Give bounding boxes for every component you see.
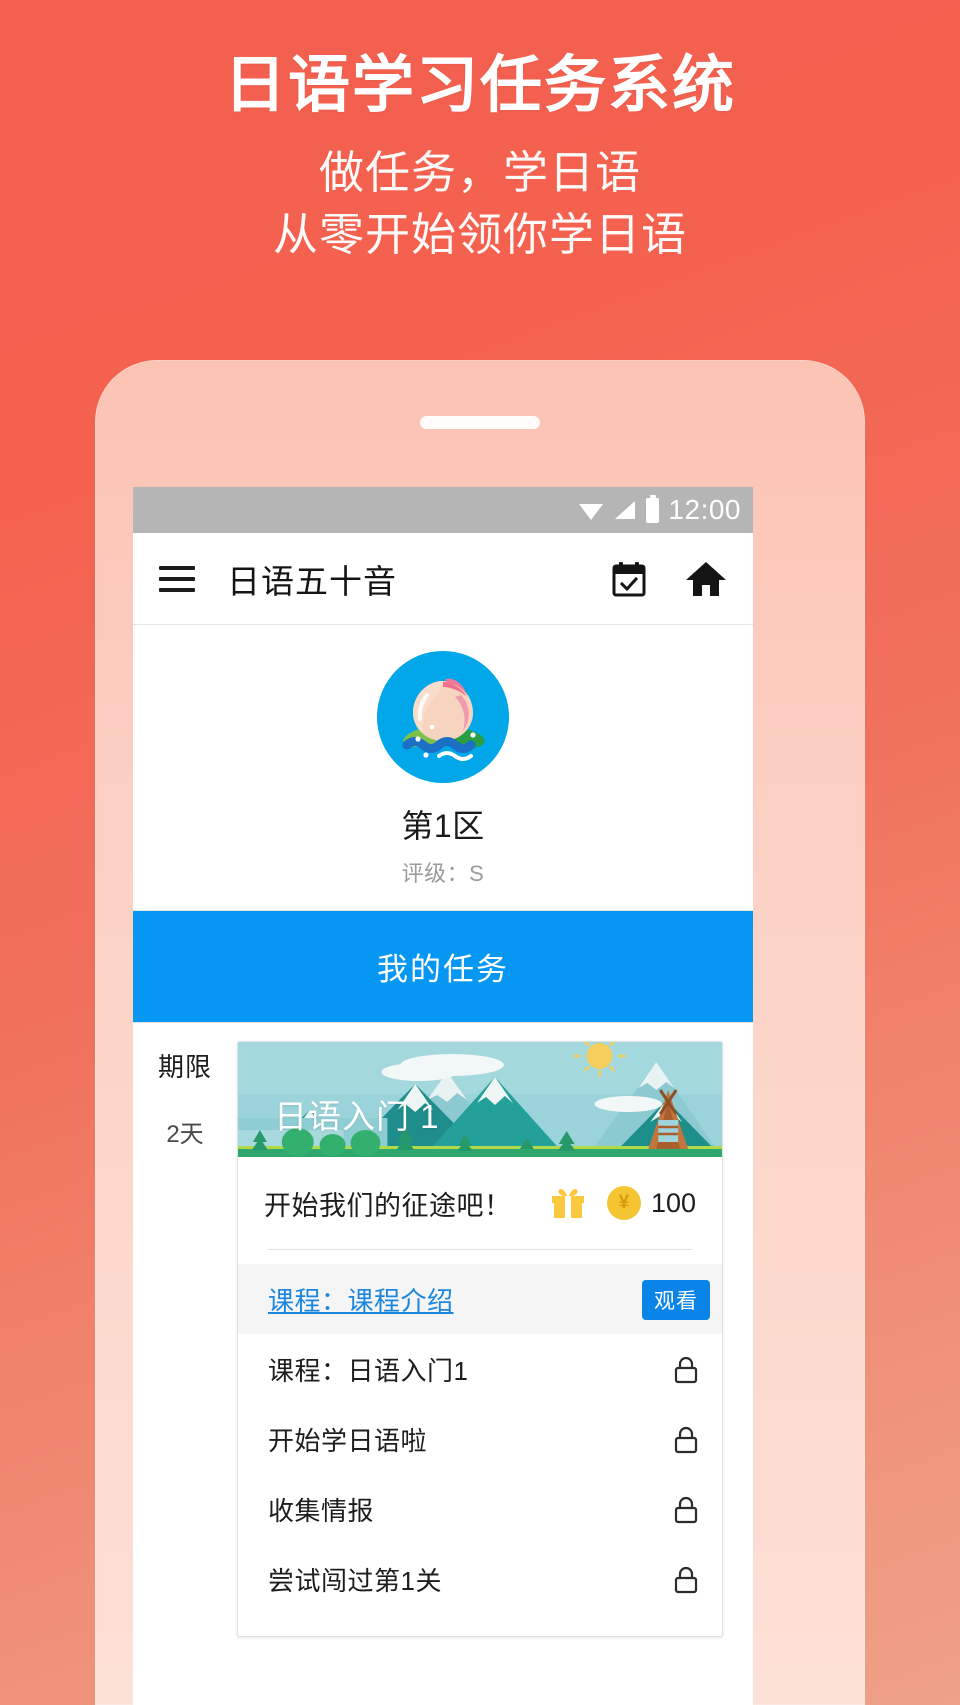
lock-icon	[674, 1496, 698, 1523]
hero-subtitle-line-1: 做任务，学日语	[318, 147, 641, 199]
lock-icon	[674, 1566, 698, 1593]
region-section: 第1区 评级：S	[133, 625, 753, 911]
app-bar-title: 日语五十音	[227, 562, 397, 600]
lock-icon	[674, 1356, 698, 1383]
deadline-label: 期限	[157, 1052, 212, 1082]
app-bar-actions	[611, 560, 727, 598]
status-bar-time: 12:00	[668, 494, 741, 525]
task-banner: 日语入门 1	[238, 1042, 722, 1157]
task-card-body: 开始我们的征途吧！ ¥ 100	[238, 1157, 722, 1250]
hamburger-menu-icon[interactable]	[159, 565, 195, 592]
page-title: 日语学习任务系统	[223, 51, 736, 120]
home-icon[interactable]	[685, 560, 727, 598]
lesson-name: 开始学日语啦	[268, 1426, 428, 1456]
hero-section: 日语学习任务系统 做任务，学日语 从零开始领你学日语	[0, 0, 960, 266]
banner-title: 日语入门 1	[274, 1098, 440, 1135]
lesson-name: 收集情报	[268, 1496, 375, 1526]
coin-value: 100	[650, 1187, 696, 1218]
phone-mockup: 12:00 日语五十音 第1区 评级：S 我的任务 期限 2天 日语入门 1 开…	[95, 360, 865, 1705]
my-tasks-button[interactable]: 我的任务	[133, 911, 753, 1023]
hero-subtitle-line-2: 从零开始领你学日语	[272, 209, 687, 261]
region-rank: 评级：S	[401, 861, 485, 886]
lesson-name: 课程：日语入门1	[268, 1356, 469, 1386]
coin-reward: ¥ 100	[606, 1186, 696, 1220]
lock-icon	[674, 1426, 698, 1453]
status-bar: 12:00	[133, 487, 753, 533]
signal-icon	[615, 501, 636, 519]
wifi-icon	[579, 504, 604, 520]
list-item[interactable]: 课程：课程介绍 观看	[238, 1264, 722, 1334]
status-bar-icons	[578, 494, 660, 523]
battery-icon	[646, 494, 660, 523]
gift-icon	[551, 1188, 584, 1218]
lesson-list: 课程：课程介绍 观看 课程：日语入门1 开始学日语啦 收集情报 尝试闯过第1关	[238, 1250, 722, 1636]
phone-speaker	[420, 416, 540, 429]
task-area: 期限 2天 日语入门 1 开始我们的征途吧！ ¥ 100 课程：课程介绍 观看 …	[133, 1023, 753, 1637]
lesson-name: 尝试闯过第1关	[268, 1566, 442, 1596]
peach-avatar-icon	[377, 651, 509, 783]
deadline-block: 期限 2天	[133, 1041, 237, 1637]
task-card[interactable]: 日语入门 1 开始我们的征途吧！ ¥ 100 课程：课程介绍 观看 课程：日语入…	[237, 1041, 723, 1637]
list-item[interactable]: 收集情报	[238, 1474, 722, 1544]
lesson-name: 课程：课程介绍	[268, 1286, 454, 1316]
reward-row: 开始我们的征途吧！ ¥ 100	[264, 1157, 696, 1249]
watch-button[interactable]: 观看	[642, 1279, 710, 1320]
list-item[interactable]: 课程：日语入门1	[238, 1334, 722, 1404]
phone-screen: 12:00 日语五十音 第1区 评级：S 我的任务 期限 2天 日语入门 1 开…	[133, 487, 753, 1705]
app-bar: 日语五十音	[133, 533, 753, 625]
hero-subtitle: 做任务，学日语 从零开始领你学日语	[0, 142, 960, 266]
list-item[interactable]: 开始学日语啦	[238, 1404, 722, 1474]
coin-icon: ¥	[606, 1186, 641, 1220]
deadline-value: 2天	[166, 1121, 204, 1148]
reward-text: 开始我们的征途吧！	[264, 1190, 512, 1221]
calendar-check-icon[interactable]	[611, 561, 647, 597]
list-item[interactable]: 尝试闯过第1关	[238, 1544, 722, 1614]
region-name: 第1区	[401, 808, 485, 844]
